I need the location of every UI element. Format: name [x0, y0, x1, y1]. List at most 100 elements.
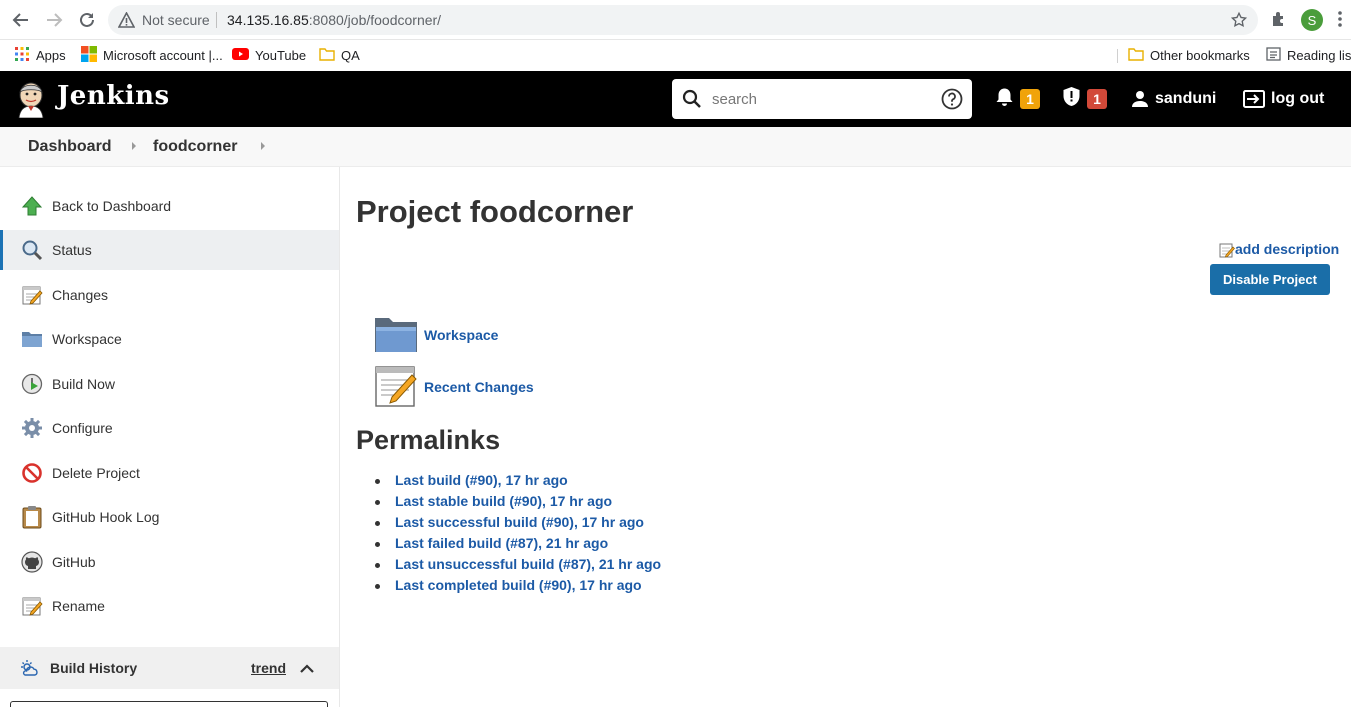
browser-menu-icon[interactable]: [1338, 11, 1342, 32]
search-input[interactable]: [712, 87, 932, 111]
permalink-item[interactable]: Last failed build (#87), 21 hr ago: [375, 535, 661, 556]
permalinks-heading: Permalinks: [356, 425, 501, 455]
build-history-filter-box[interactable]: [10, 701, 328, 707]
back-arrow-icon[interactable]: [10, 9, 32, 31]
youtube-icon: [232, 47, 249, 63]
browser-toolbar: Not secure 34.135.16.85:8080/job/foodcor…: [0, 0, 1351, 40]
task-changes[interactable]: Changes: [0, 275, 339, 315]
url-path: :8080/job/foodcorner/: [308, 12, 442, 28]
security-label[interactable]: Not secure: [142, 12, 210, 28]
warning-triangle-icon[interactable]: [117, 11, 136, 33]
bookmark-star-icon[interactable]: [1230, 11, 1248, 34]
bell-icon: [995, 87, 1014, 112]
notepad-icon: [20, 283, 44, 307]
logout-icon: [1243, 89, 1265, 109]
build-history-weather-icon: [20, 659, 38, 682]
task-workspace[interactable]: Workspace: [0, 319, 339, 359]
bullet: [375, 500, 380, 505]
task-label: Build Now: [52, 376, 116, 392]
main-link-workspace[interactable]: Workspace: [374, 312, 498, 360]
reading-list[interactable]: Reading list: [1266, 44, 1351, 66]
omnibox-divider: [216, 12, 217, 28]
build-history-title: Build History: [50, 660, 138, 676]
task-build-now[interactable]: Build Now: [0, 364, 339, 404]
notifications-badge: 1: [1020, 89, 1040, 109]
forward-arrow-icon[interactable]: [43, 9, 65, 31]
reading-list-icon: [1266, 46, 1281, 64]
task-label: Back to Dashboard: [52, 198, 172, 214]
permalink-item[interactable]: Last completed build (#90), 17 hr ago: [375, 577, 661, 598]
user-menu[interactable]: sanduni: [1131, 87, 1216, 111]
task-label: Delete Project: [52, 465, 140, 481]
task-delete-project[interactable]: Delete Project: [0, 453, 339, 493]
chevron-up-icon[interactable]: [300, 661, 314, 679]
build-history-header: Build History trend: [0, 647, 339, 689]
bookmark-qa[interactable]: QA: [319, 44, 360, 66]
breadcrumb-foodcorner[interactable]: foodcorner: [153, 138, 237, 156]
logout-button[interactable]: log out: [1243, 87, 1324, 111]
breadcrumb: Dashboard foodcorner: [0, 127, 1351, 167]
no-entry-icon: [20, 461, 44, 485]
permalink-item[interactable]: Last successful build (#90), 17 hr ago: [375, 514, 661, 535]
permalink-label: Last completed build (#90), 17 hr ago: [395, 577, 642, 593]
task-label: Status: [52, 242, 92, 258]
folder-icon: [20, 327, 44, 351]
main-link-recent-changes[interactable]: Recent Changes: [374, 364, 534, 412]
other-bookmarks[interactable]: Other bookmarks: [1128, 44, 1250, 66]
task-status[interactable]: Status: [0, 230, 339, 270]
clipboard-icon: [20, 505, 44, 529]
profile-avatar[interactable]: S: [1301, 9, 1323, 31]
bookmark-label: YouTube: [255, 47, 307, 63]
jenkins-title[interactable]: Jenkins: [57, 81, 170, 111]
reading-list-label: Reading list: [1287, 47, 1351, 63]
user-name: sanduni: [1155, 90, 1217, 107]
task-back-to-dashboard[interactable]: Back to Dashboard: [0, 186, 339, 226]
bookmark-label: Microsoft account |...: [103, 47, 223, 63]
magnifier-icon: [20, 238, 44, 262]
permalink-item[interactable]: Last build (#90), 17 hr ago: [375, 472, 661, 493]
reload-icon[interactable]: [76, 9, 98, 31]
address-bar[interactable]: Not secure 34.135.16.85:8080/job/foodcor…: [108, 5, 1258, 35]
bullet: [375, 479, 380, 484]
bookmark-apps[interactable]: Apps: [14, 44, 66, 66]
microsoft-icon: [81, 45, 97, 65]
breadcrumb-chevron-icon[interactable]: [132, 142, 136, 150]
notifications-button[interactable]: 1: [995, 87, 1040, 111]
url-text[interactable]: 34.135.16.85:8080/job/foodcorner/: [227, 12, 441, 28]
bookmark-microsoft[interactable]: Microsoft account |...: [81, 44, 223, 66]
extensions-puzzle-icon[interactable]: [1270, 10, 1288, 33]
jenkins-logo-icon[interactable]: [14, 80, 48, 119]
permalink-label: Last build (#90), 17 hr ago: [395, 472, 568, 488]
bookmark-youtube[interactable]: YouTube: [232, 44, 306, 66]
task-configure[interactable]: Configure: [0, 408, 339, 448]
help-icon[interactable]: [941, 88, 963, 115]
bookmarks-divider: [1117, 49, 1118, 63]
add-description-label: add description: [1235, 240, 1340, 257]
breadcrumb-chevron-icon[interactable]: [261, 142, 265, 150]
folder-icon: [1128, 47, 1144, 64]
bullet: [375, 584, 380, 589]
side-panel: Back to Dashboard Status Changes Workspa…: [0, 167, 340, 707]
add-description-link[interactable]: add description: [1219, 239, 1339, 258]
bullet: [375, 542, 380, 547]
url-host: 34.135.16.85: [227, 12, 309, 28]
permalink-item[interactable]: Last unsuccessful build (#87), 21 hr ago: [375, 556, 661, 577]
main-link-label: Recent Changes: [424, 379, 534, 395]
apps-grid-icon: [14, 46, 30, 65]
security-badge: 1: [1087, 89, 1107, 109]
build-history-trend-link[interactable]: trend: [251, 660, 286, 676]
task-github[interactable]: GitHub: [0, 542, 339, 582]
search-icon: [682, 89, 702, 114]
bookmark-label: QA: [341, 47, 360, 63]
disable-project-button[interactable]: Disable Project: [1210, 264, 1330, 295]
permalink-label: Last successful build (#90), 17 hr ago: [395, 514, 644, 530]
task-github-hook-log[interactable]: GitHub Hook Log: [0, 497, 339, 537]
permalinks-list: Last build (#90), 17 hr ago Last stable …: [375, 472, 661, 598]
main-link-label: Workspace: [424, 327, 499, 343]
task-rename[interactable]: Rename: [0, 586, 339, 626]
breadcrumb-dashboard[interactable]: Dashboard: [28, 138, 112, 156]
permalink-item[interactable]: Last stable build (#90), 17 hr ago: [375, 493, 661, 514]
security-button[interactable]: 1: [1062, 87, 1107, 111]
user-icon: [1131, 90, 1149, 108]
folder-icon: [319, 47, 335, 64]
